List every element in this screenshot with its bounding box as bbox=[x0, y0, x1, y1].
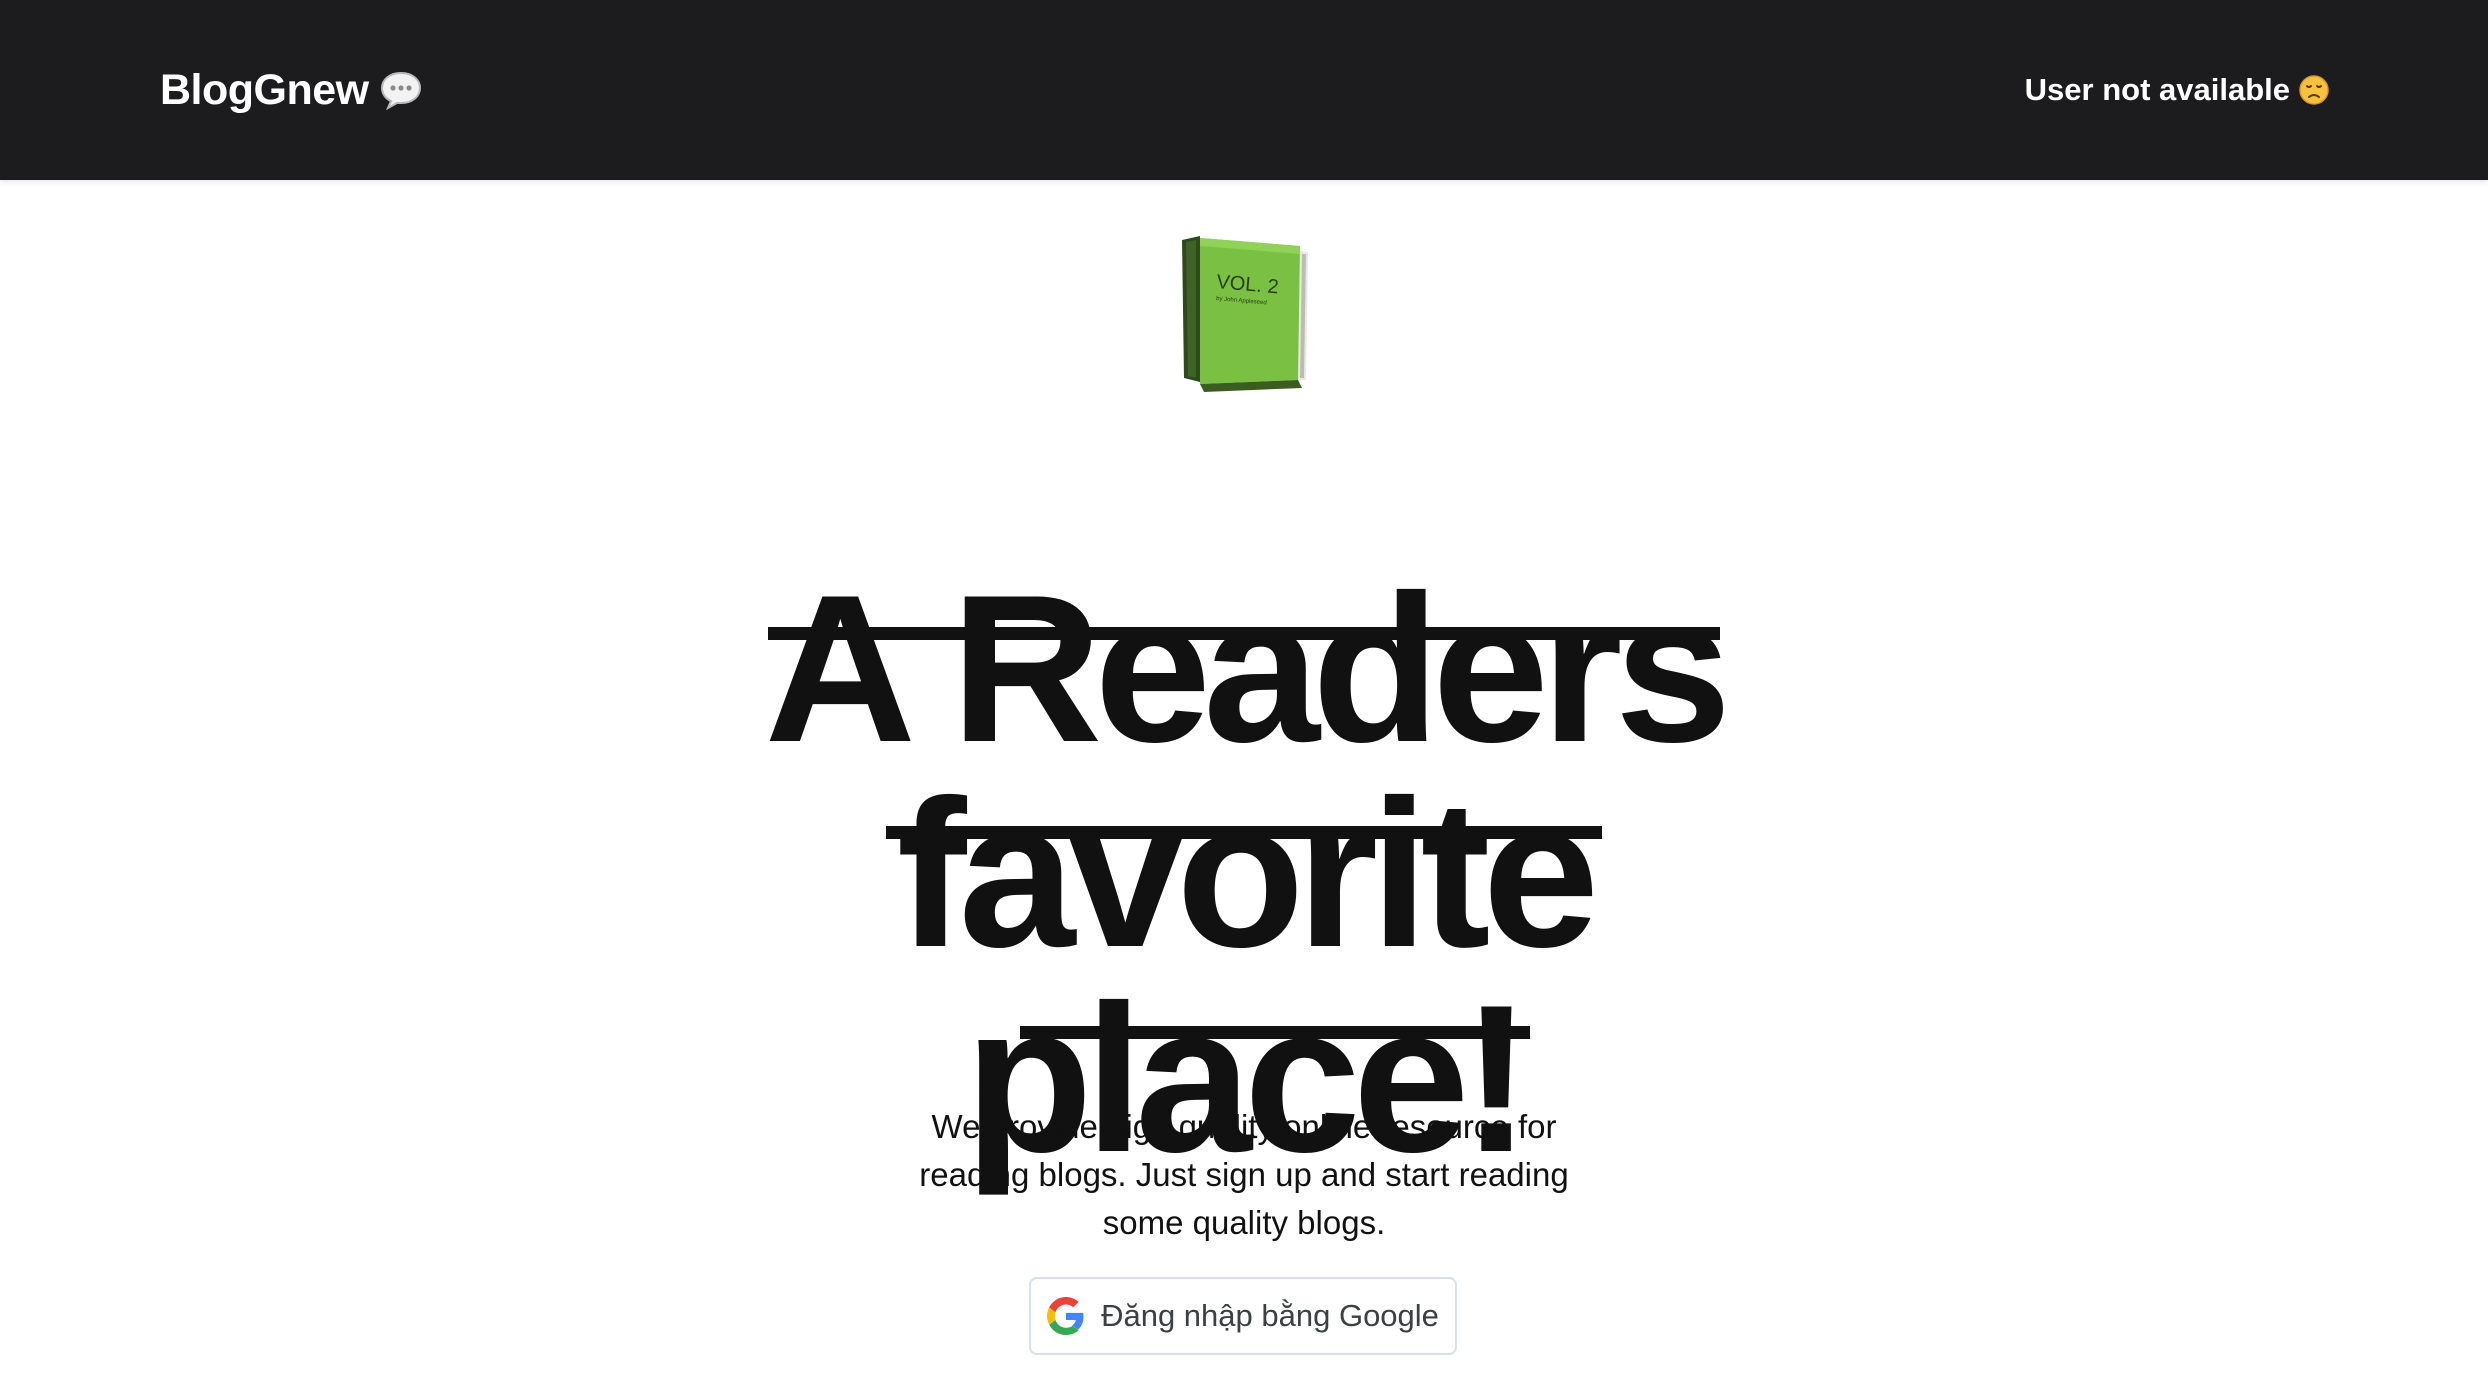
headline-underline-1 bbox=[768, 627, 1720, 640]
headline-line-1: A Readers bbox=[764, 550, 1731, 786]
user-status-text: User not available bbox=[2024, 72, 2290, 107]
google-login-label: Đăng nhập bằng Google bbox=[1101, 1298, 1439, 1333]
brand-logo-link[interactable]: BlogGnew bbox=[160, 62, 423, 118]
headline-underline-2 bbox=[886, 826, 1602, 839]
user-status: User not available bbox=[2025, 66, 2330, 114]
sad-face-icon bbox=[2298, 74, 2330, 106]
headline-line-2: favorite bbox=[896, 755, 1600, 991]
google-g-icon bbox=[1047, 1297, 1101, 1335]
speech-bubble-icon bbox=[379, 70, 423, 110]
headline-underline-3 bbox=[1020, 1026, 1530, 1039]
green-book-icon: VOL. 2 by John Appleseed bbox=[1178, 232, 1314, 392]
brand-name: BlogGnew bbox=[160, 65, 369, 114]
top-navbar: BlogGnew User not available bbox=[0, 0, 2488, 180]
hero-headline: A Readers favorite place! bbox=[0, 550, 2488, 1183]
google-login-button[interactable]: Đăng nhập bằng Google bbox=[1029, 1277, 1457, 1355]
hero-tagline: We provide high quality online resource … bbox=[919, 1108, 1569, 1241]
